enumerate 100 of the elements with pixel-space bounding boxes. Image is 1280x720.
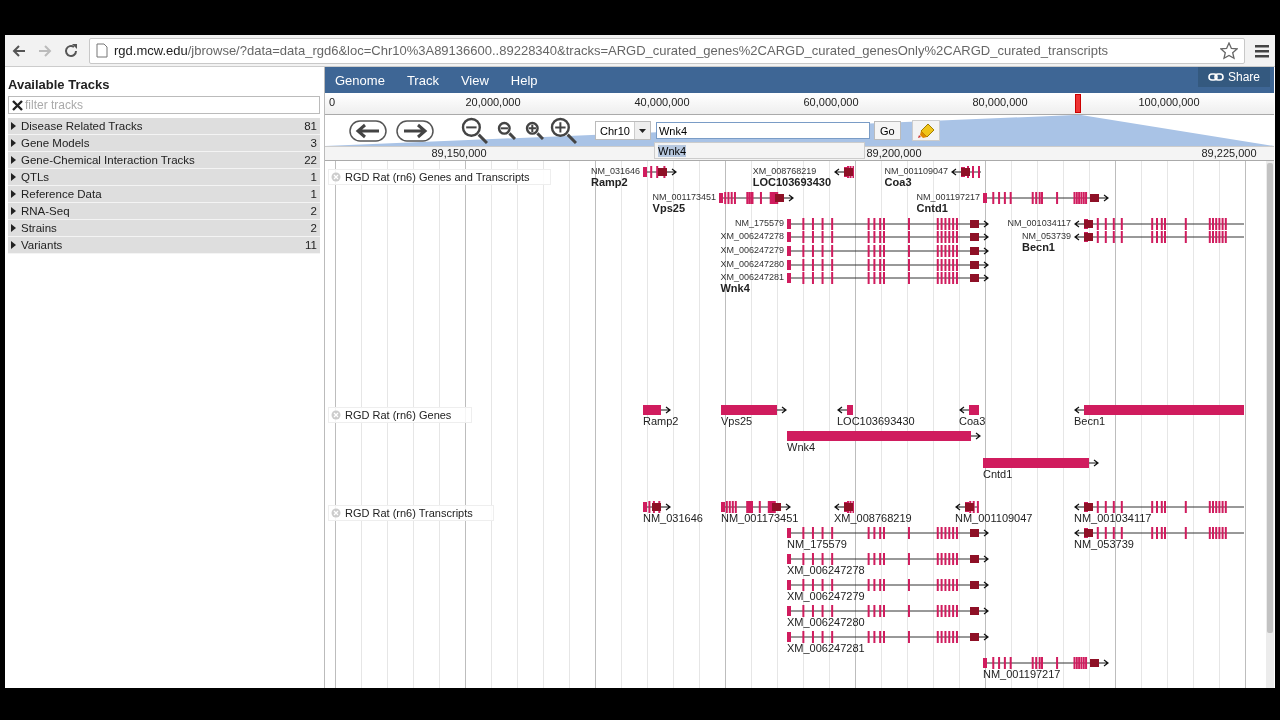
scale-label: 0 <box>329 96 336 108</box>
track-count: 3 <box>310 137 317 149</box>
gene-name: Ramp2 <box>643 415 679 427</box>
gene-name: Coa3 <box>884 176 912 188</box>
back-icon[interactable] <box>11 42 27 59</box>
track-label[interactable]: RGD Rat (rn6) Transcripts <box>328 505 494 521</box>
category-label: Disease Related Tracks <box>21 120 144 132</box>
track-category[interactable]: Disease Related Tracks 81 <box>8 118 320 135</box>
gene-name: Ramp2 <box>590 176 628 188</box>
scrollbar[interactable] <box>1266 161 1274 688</box>
zoom-in-icon[interactable] <box>525 121 544 140</box>
url-host: rgd.mcw.edu <box>114 43 188 58</box>
search-field[interactable]: Wnk4 <box>655 122 870 139</box>
zoom-out-icon[interactable] <box>461 117 488 144</box>
transcript-id: NM_001197217 <box>916 192 980 202</box>
category-label: Variants <box>21 239 64 251</box>
filter-field[interactable]: filter tracks <box>8 96 320 114</box>
transcript-id: NM_001173451 <box>721 512 799 524</box>
transcript-id: XM_006247281 <box>787 642 865 654</box>
caret-icon <box>638 128 646 133</box>
scale-label: 20,000,000 <box>465 96 521 108</box>
track-category[interactable]: Strains 2 <box>8 220 320 237</box>
transcript-id: XM_006247278 <box>720 231 784 241</box>
track-count: 22 <box>304 154 317 166</box>
url-path: /jbrowse/?data=data_rgd6&loc=Chr10%3A89136600..89228340&tracks=ARGD_curated_genes%2CARGD_curated_genesOnly%2CARGD_curated_transcripts <box>187 43 1108 58</box>
transcript-id: NM_001034117 <box>1007 218 1071 228</box>
transcript-id: NM_031646 <box>590 166 640 176</box>
suggestion-item[interactable]: Wnk4 <box>658 144 687 157</box>
scale-label: 40,000,000 <box>634 96 690 108</box>
gene-name: LOC103693430 <box>752 176 831 188</box>
scale-label: 80,000,000 <box>972 96 1028 108</box>
track-count: 11 <box>305 239 317 251</box>
gene-name: Cntd1 <box>983 468 1013 480</box>
transcript-id: XM_006247279 <box>720 245 784 255</box>
highlighter-icon <box>916 122 935 139</box>
zoom-out-icon[interactable] <box>497 121 516 140</box>
address-bar[interactable]: rgd.mcw.edu/jbrowse/?data=data_rgd6&loc=Chr10%3A89136600..89228340&tracks=ARGD_curated_genes%2CARGD_curated_genesOnly%2CARGD_curated_transcripts <box>89 37 1245 64</box>
star-icon[interactable] <box>1220 41 1238 60</box>
transcript-id: NM_001109047 <box>955 512 1033 524</box>
zoom-in-icon[interactable] <box>550 117 577 144</box>
location-marker[interactable] <box>1075 94 1081 113</box>
menu-item[interactable]: Help <box>510 72 550 88</box>
menu-item[interactable]: Track <box>406 72 451 88</box>
transcript-id: NM_031646 <box>643 512 703 524</box>
highlight-button[interactable] <box>911 120 940 141</box>
track-label[interactable]: RGD Rat (rn6) Genes and Transcripts <box>328 169 551 185</box>
gene-name: Becn1 <box>1021 241 1055 253</box>
menu-icon[interactable] <box>1255 43 1269 58</box>
track-category[interactable]: Reference Data 1 <box>8 186 320 203</box>
track-count: 1 <box>310 188 317 200</box>
gene-name: LOC103693430 <box>837 415 915 427</box>
scale-label: 89,150,000 <box>431 147 487 160</box>
transcript-id: NM_053739 <box>1021 231 1071 241</box>
transcript-id: XM_006247280 <box>720 259 784 269</box>
track-category[interactable]: Gene Models 3 <box>8 135 320 152</box>
track-count: 2 <box>310 222 317 234</box>
scale-label: 89,225,000 <box>1201 147 1257 160</box>
track-category[interactable]: Gene-Chemical Interaction Tracks 22 <box>8 152 320 169</box>
category-label: Gene-Chemical Interaction Tracks <box>21 154 196 166</box>
link-icon <box>1207 73 1224 81</box>
track-count: 81 <box>304 120 317 132</box>
track-category[interactable]: RNA-Seq 2 <box>8 203 320 220</box>
category-label: QTLs <box>21 171 51 183</box>
scale-label: 60,000,000 <box>803 96 859 108</box>
share-button[interactable]: Share <box>1197 67 1270 87</box>
transcript-id: XM_006247278 <box>787 564 865 576</box>
gene-name: Vps25 <box>721 415 753 427</box>
gene-name: Coa3 <box>959 415 986 427</box>
track-label[interactable]: RGD Rat (rn6) Genes <box>328 407 473 423</box>
transcript-id: XM_006247280 <box>787 616 865 628</box>
gene-name: Vps25 <box>652 202 686 214</box>
transcript-id: NM_001034117 <box>1074 512 1152 524</box>
clear-icon[interactable] <box>12 100 23 111</box>
track-category[interactable]: Variants 11 <box>8 237 320 254</box>
category-label: RNA-Seq <box>21 205 71 217</box>
go-button[interactable]: Go <box>873 121 901 140</box>
transcript-id: NM_001109047 <box>884 166 948 176</box>
transcript-id: NM_053739 <box>1074 538 1134 550</box>
gene-name: Wnk4 <box>720 282 750 294</box>
category-label: Gene Models <box>21 137 91 149</box>
transcript-id: NM_175579 <box>787 538 847 550</box>
reload-icon[interactable] <box>63 42 79 59</box>
track-count: 1 <box>310 171 317 183</box>
page-icon <box>96 43 108 58</box>
gene-name: Cntd1 <box>916 202 948 214</box>
transcript-id: XM_008768219 <box>752 166 817 176</box>
transcript-id: NM_175579 <box>734 218 784 228</box>
track-category[interactable]: QTLs 1 <box>8 169 320 186</box>
category-label: Reference Data <box>21 188 103 200</box>
transcript-id: XM_006247279 <box>787 590 865 602</box>
scale-label: 100,000,000 <box>1138 96 1200 108</box>
chromosome-select[interactable]: Chr10 <box>595 121 651 140</box>
track-count: 2 <box>310 205 317 217</box>
panel-title: Available Tracks <box>8 77 111 92</box>
gene-name: Becn1 <box>1074 415 1106 427</box>
menu-item[interactable]: Genome <box>335 72 397 88</box>
gene-name: Wnk4 <box>787 441 816 453</box>
menu-item[interactable]: View <box>460 72 501 88</box>
transcript-id: NM_001197217 <box>983 668 1061 680</box>
transcript-id: XM_006247281 <box>720 272 784 282</box>
